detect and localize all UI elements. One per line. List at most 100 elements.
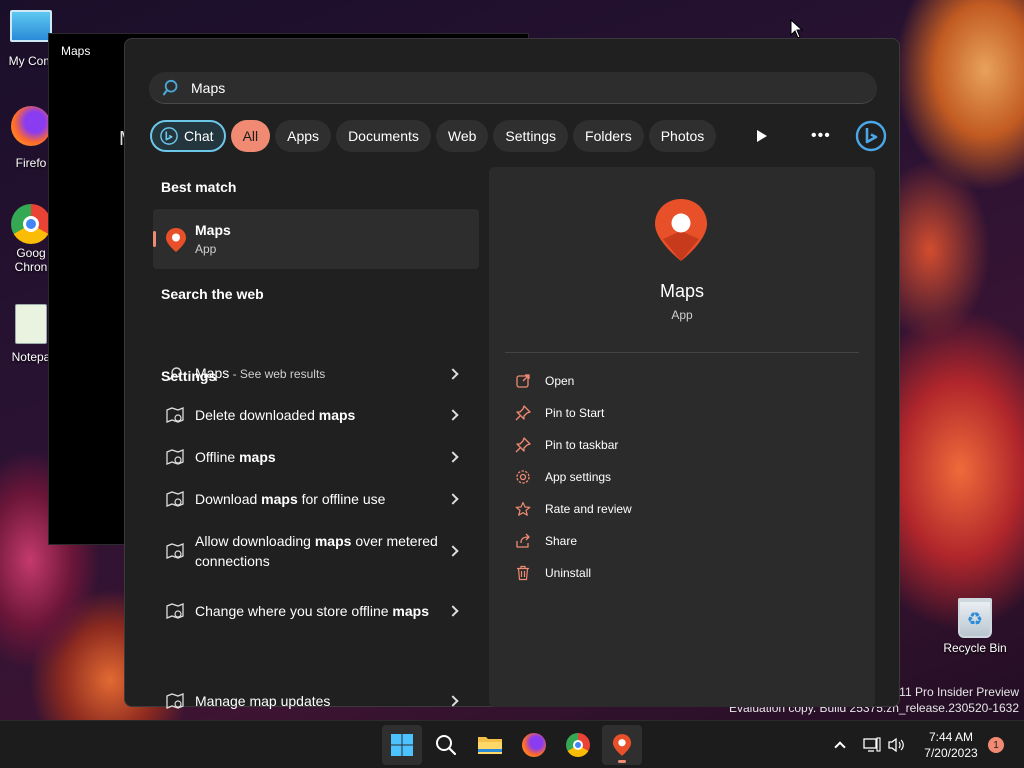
filter-apps[interactable]: Apps <box>275 120 332 152</box>
map-settings-icon <box>165 691 185 711</box>
settings-item-text-pre: Allow downloading <box>195 533 315 549</box>
settings-item-download-maps-offline[interactable]: Download maps for offline use <box>153 489 479 509</box>
settings-item-text-bold: maps <box>318 407 356 423</box>
map-settings-icon <box>165 601 185 621</box>
clock-date: 7/20/2023 <box>924 746 978 760</box>
volume-button[interactable] <box>884 725 908 765</box>
search-icon <box>436 735 457 756</box>
search-input[interactable] <box>191 79 791 96</box>
settings-item-text-pre: Delete downloaded <box>195 407 319 423</box>
settings-item-text-pre: Change where you store offline <box>195 603 393 619</box>
settings-item-manage-map-updates[interactable]: Manage map updates <box>153 691 479 711</box>
best-match-heading: Best match <box>161 179 237 195</box>
filter-settings[interactable]: Settings <box>493 120 569 152</box>
action-label: Rate and review <box>545 502 632 516</box>
action-label: App settings <box>545 470 612 484</box>
maps-app-icon <box>612 734 632 756</box>
network-icon <box>863 737 881 752</box>
taskbar-firefox[interactable] <box>514 725 554 765</box>
desktop-icon-recycle-bin[interactable]: ♻ Recycle Bin <box>942 598 1008 655</box>
recycle-bin-icon: ♻ <box>958 598 992 638</box>
show-hidden-icons-button[interactable] <box>822 725 858 765</box>
chevron-right-icon <box>447 367 459 380</box>
recycle-bin-label: Recycle Bin <box>943 641 1007 655</box>
folder-icon <box>478 737 502 754</box>
search-panel: Chat All Apps Documents Web Settings Fol… <box>124 38 900 709</box>
pin-icon <box>515 405 531 421</box>
filter-documents[interactable]: Documents <box>336 120 431 152</box>
taskbar-search-button[interactable] <box>426 725 466 765</box>
chevron-up-icon <box>834 741 846 753</box>
chevron-right-icon <box>447 493 459 505</box>
firefox-icon <box>11 106 51 146</box>
settings-item-offline-maps[interactable]: Offline maps <box>153 447 479 467</box>
action-label: Pin to taskbar <box>545 438 619 452</box>
notepad-icon <box>15 304 47 344</box>
settings-item-text-pre: Manage map updates <box>195 693 331 709</box>
preview-divider <box>505 352 859 353</box>
taskbar-maps[interactable] <box>602 725 642 765</box>
chevron-right-icon <box>447 409 459 421</box>
chrome-icon <box>11 204 51 244</box>
preview-pane: Maps App Open Pin to Start Pin to taskba… <box>489 167 875 707</box>
chevron-right-icon <box>447 605 459 617</box>
filter-all[interactable]: All <box>230 120 271 152</box>
scroll-filters-right-icon[interactable] <box>757 130 767 142</box>
firefox-icon <box>522 733 546 757</box>
monitor-icon <box>10 10 52 42</box>
star-icon <box>515 501 531 516</box>
preview-app-type: App <box>671 308 693 322</box>
settings-item-text-pre: Offline <box>195 449 240 465</box>
action-label: Share <box>545 534 578 548</box>
more-options-icon[interactable]: ••• <box>811 127 831 145</box>
map-settings-icon <box>165 447 185 467</box>
taskbar: 7:44 AM 7/20/2023 <box>0 720 1024 768</box>
gear-icon <box>516 470 530 484</box>
clock[interactable]: 7:44 AM 7/20/2023 <box>916 729 986 761</box>
action-app-settings[interactable]: App settings <box>515 469 611 485</box>
maps-app-icon <box>166 228 186 252</box>
bing-chat-icon[interactable] <box>855 120 887 152</box>
best-match-type: App <box>195 242 217 256</box>
settings-heading: Settings <box>161 368 217 384</box>
settings-item-metered-connections[interactable]: Allow downloading maps over metered conn… <box>153 531 479 571</box>
settings-item-delete-downloaded-maps[interactable]: Delete downloaded maps <box>153 405 479 425</box>
notification-badge[interactable]: 1 <box>988 737 1004 753</box>
action-open[interactable]: Open <box>515 373 574 389</box>
settings-item-text-bold: maps <box>261 491 298 507</box>
mouse-cursor-icon <box>790 19 804 39</box>
maps-app-large-icon <box>655 199 707 261</box>
settings-item-change-storage[interactable]: Change where you store offline maps <box>153 591 479 631</box>
action-rate-and-review[interactable]: Rate and review <box>515 501 632 517</box>
chat-button[interactable]: Chat <box>150 120 226 152</box>
share-icon <box>516 533 530 548</box>
taskbar-file-explorer[interactable] <box>470 725 510 765</box>
filter-folders[interactable]: Folders <box>573 120 644 152</box>
chat-label: Chat <box>184 128 214 144</box>
map-settings-icon <box>165 489 185 509</box>
action-uninstall[interactable]: Uninstall <box>515 565 591 581</box>
filter-web[interactable]: Web <box>435 120 489 152</box>
running-indicator <box>618 760 626 763</box>
best-match-item[interactable]: Maps App <box>153 209 479 269</box>
chevron-right-icon <box>447 695 459 707</box>
taskbar-chrome[interactable] <box>558 725 598 765</box>
settings-item-text-post: for offline use <box>297 491 386 507</box>
start-button[interactable] <box>382 725 422 765</box>
selection-indicator <box>153 231 156 247</box>
search-icon <box>163 79 178 95</box>
action-pin-to-start[interactable]: Pin to Start <box>515 405 604 421</box>
filter-photos[interactable]: Photos <box>648 120 717 152</box>
search-web-heading: Search the web <box>161 286 264 302</box>
settings-item-text-bold: maps <box>314 533 352 549</box>
network-button[interactable] <box>860 725 884 765</box>
settings-item-text-bold: maps <box>392 603 429 619</box>
action-pin-to-taskbar[interactable]: Pin to taskbar <box>515 437 618 453</box>
bing-icon <box>160 127 178 145</box>
search-box[interactable] <box>149 72 877 104</box>
windows-logo-icon <box>391 734 413 756</box>
action-share[interactable]: Share <box>515 533 577 549</box>
action-label: Uninstall <box>545 566 592 580</box>
action-label: Pin to Start <box>545 406 605 420</box>
window-title: Maps <box>61 44 91 58</box>
